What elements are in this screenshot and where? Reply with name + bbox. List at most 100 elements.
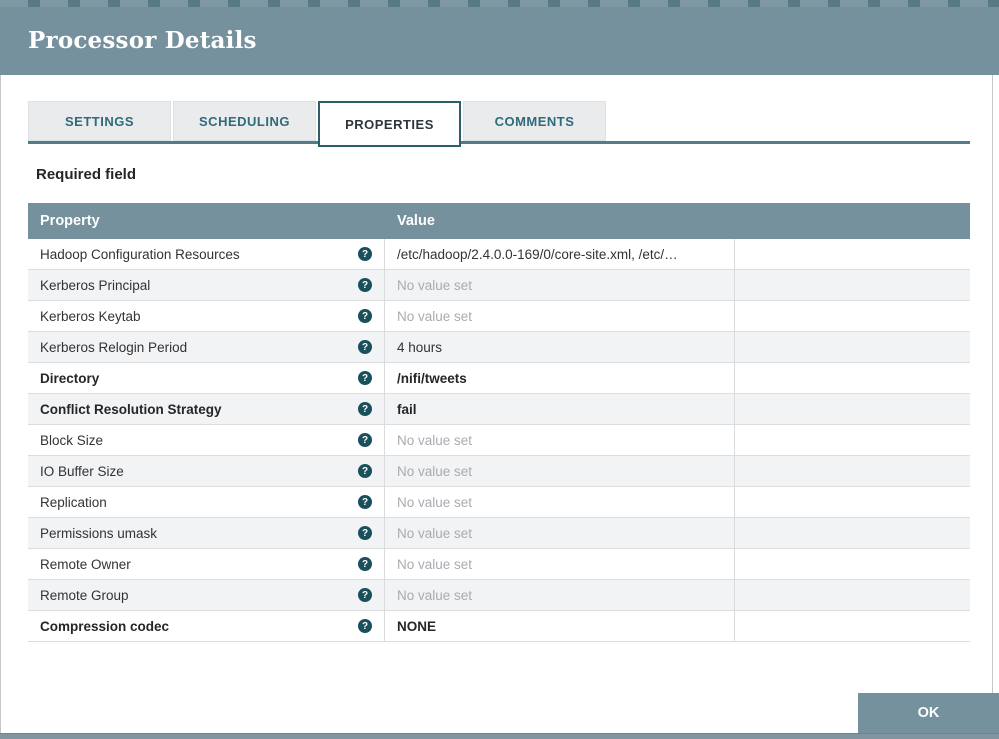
question-circle-icon[interactable]: ? <box>358 588 372 602</box>
table-row: Remote Owner ? No value set <box>28 549 970 580</box>
table-header-row: Property Value <box>28 203 970 239</box>
table-row: Kerberos Relogin Period ? 4 hours <box>28 332 970 363</box>
property-value: NONE <box>397 618 437 634</box>
processor-details-dialog: Processor Details SETTINGS SCHEDULING PR… <box>0 0 999 739</box>
question-circle-icon[interactable]: ? <box>358 340 372 354</box>
tab-label: SETTINGS <box>64 113 134 129</box>
property-value: No value set <box>397 525 473 541</box>
tab-properties[interactable]: PROPERTIES <box>318 101 461 147</box>
value-cell: No value set <box>385 456 735 486</box>
value-cell: /etc/hadoop/2.4.0.0-169/0/core-site.xml,… <box>385 239 735 269</box>
property-value: No value set <box>397 463 473 479</box>
tab-label: PROPERTIES <box>345 116 434 132</box>
table-row: Remote Group ? No value set <box>28 580 970 611</box>
empty-cell <box>735 270 970 300</box>
tab-comments[interactable]: COMMENTS <box>463 101 606 141</box>
table-row: Block Size ? No value set <box>28 425 970 456</box>
tab-settings[interactable]: SETTINGS <box>28 101 171 141</box>
property-cell: Block Size ? <box>28 425 385 455</box>
property-value: 4 hours <box>397 339 443 355</box>
table-row: Kerberos Principal ? No value set <box>28 270 970 301</box>
property-name: Remote Group <box>40 587 129 603</box>
column-header-value: Value <box>397 213 435 229</box>
table-row: Conflict Resolution Strategy ? fail <box>28 394 970 425</box>
question-circle-icon[interactable]: ? <box>358 619 372 633</box>
tab-label: SCHEDULING <box>199 113 290 129</box>
value-cell: No value set <box>385 301 735 331</box>
property-cell: Conflict Resolution Strategy ? <box>28 394 385 424</box>
question-circle-icon[interactable]: ? <box>358 278 372 292</box>
question-circle-icon[interactable]: ? <box>358 433 372 447</box>
value-cell: No value set <box>385 270 735 300</box>
property-value: No value set <box>397 556 473 572</box>
table-row: Kerberos Keytab ? No value set <box>28 301 970 332</box>
empty-cell <box>735 425 970 455</box>
property-value: No value set <box>397 277 473 293</box>
property-name: Hadoop Configuration Resources <box>40 246 240 262</box>
property-cell: Kerberos Relogin Period ? <box>28 332 385 362</box>
table-row: Permissions umask ? No value set <box>28 518 970 549</box>
property-cell: Remote Owner ? <box>28 549 385 579</box>
question-circle-icon[interactable]: ? <box>358 402 372 416</box>
table-row: Replication ? No value set <box>28 487 970 518</box>
ok-button[interactable]: OK <box>858 693 999 733</box>
question-circle-icon[interactable]: ? <box>358 557 372 571</box>
empty-cell <box>735 611 970 641</box>
question-circle-icon[interactable]: ? <box>358 371 372 385</box>
value-cell: /nifi/tweets <box>385 363 735 393</box>
properties-table: Property Value Hadoop Configuration Reso… <box>28 203 970 642</box>
property-cell: Replication ? <box>28 487 385 517</box>
dialog-bottom-strip <box>0 733 999 739</box>
table-row: Hadoop Configuration Resources ? /etc/ha… <box>28 239 970 270</box>
empty-cell <box>735 549 970 579</box>
property-cell: Kerberos Principal ? <box>28 270 385 300</box>
empty-cell <box>735 518 970 548</box>
tab-label: COMMENTS <box>494 113 575 129</box>
question-circle-icon[interactable]: ? <box>358 495 372 509</box>
question-circle-icon[interactable]: ? <box>358 526 372 540</box>
property-cell: Hadoop Configuration Resources ? <box>28 239 385 269</box>
property-value: No value set <box>397 494 473 510</box>
property-name: IO Buffer Size <box>40 463 124 479</box>
property-name: Kerberos Relogin Period <box>40 339 188 355</box>
property-value: /etc/hadoop/2.4.0.0-169/0/core-site.xml,… <box>397 246 678 262</box>
value-cell: No value set <box>385 487 735 517</box>
empty-cell <box>735 363 970 393</box>
value-cell: No value set <box>385 549 735 579</box>
property-name: Kerberos Keytab <box>40 308 141 324</box>
property-cell: Directory ? <box>28 363 385 393</box>
empty-cell <box>735 487 970 517</box>
question-circle-icon[interactable]: ? <box>358 309 372 323</box>
empty-cell <box>735 580 970 610</box>
property-name: Replication <box>40 494 107 510</box>
property-value: No value set <box>397 308 473 324</box>
table-row: Compression codec ? NONE <box>28 611 970 642</box>
empty-cell <box>735 456 970 486</box>
value-cell: No value set <box>385 425 735 455</box>
dialog-header: Processor Details <box>0 7 999 75</box>
property-name: Compression codec <box>40 618 170 634</box>
property-cell: Remote Group ? <box>28 580 385 610</box>
property-value: fail <box>397 401 417 417</box>
tab-strip: SETTINGS SCHEDULING PROPERTIES COMMENTS <box>28 101 606 147</box>
required-field-note: Required field <box>36 166 137 183</box>
property-cell: IO Buffer Size ? <box>28 456 385 486</box>
dialog-right-border <box>992 75 993 733</box>
property-name: Directory <box>40 370 100 386</box>
column-header-property: Property <box>40 213 100 229</box>
property-name: Permissions umask <box>40 525 158 541</box>
property-name: Block Size <box>40 432 104 448</box>
question-circle-icon[interactable]: ? <box>358 247 372 261</box>
table-row: Directory ? /nifi/tweets <box>28 363 970 394</box>
value-cell: NONE <box>385 611 735 641</box>
background-toolbar-strip <box>0 0 999 7</box>
property-value: No value set <box>397 432 473 448</box>
empty-cell <box>735 394 970 424</box>
property-value: /nifi/tweets <box>397 370 467 386</box>
property-cell: Kerberos Keytab ? <box>28 301 385 331</box>
property-value: No value set <box>397 587 473 603</box>
property-name: Kerberos Principal <box>40 277 151 293</box>
question-circle-icon[interactable]: ? <box>358 464 372 478</box>
empty-cell <box>735 239 970 269</box>
tab-scheduling[interactable]: SCHEDULING <box>173 101 316 141</box>
